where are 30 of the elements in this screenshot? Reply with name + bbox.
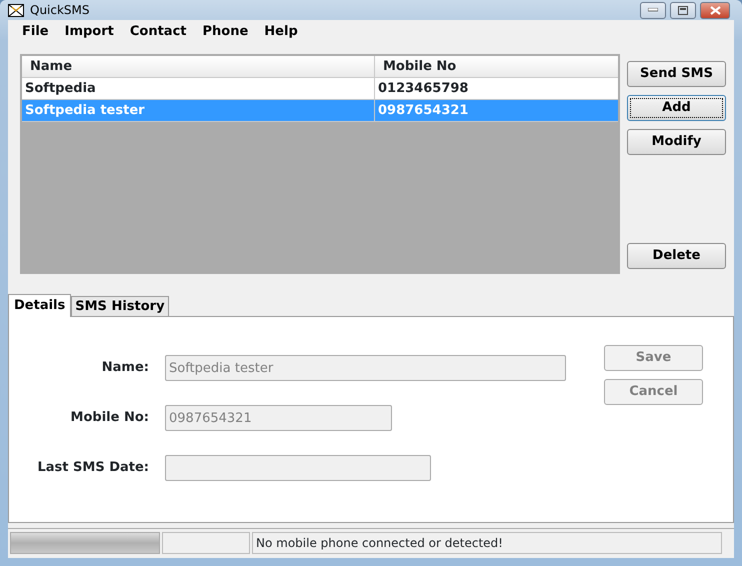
field-label: Name: — [100, 359, 149, 378]
status-message: No mobile phone connected or detected! — [252, 532, 722, 554]
add-button[interactable]: Add — [627, 95, 726, 121]
column-header[interactable]: Mobile No — [375, 56, 595, 77]
menu-item[interactable]: Contact — [122, 22, 194, 42]
menu-item[interactable]: Help — [256, 22, 306, 42]
menu-item[interactable]: File — [14, 22, 57, 42]
minimize-icon — [648, 8, 658, 12]
send-sms-button[interactable]: Send SMS — [627, 61, 726, 87]
tab[interactable]: Details — [8, 294, 72, 317]
delete-button[interactable]: Delete — [627, 243, 726, 269]
column-header[interactable]: Name — [22, 56, 375, 77]
table-cell: Softpedia — [22, 78, 375, 99]
close-button[interactable] — [700, 2, 730, 18]
menu-item[interactable]: Import — [56, 22, 122, 42]
maximize-icon — [678, 6, 688, 14]
maximize-button[interactable] — [670, 2, 696, 18]
field-label: Mobile No: — [70, 409, 149, 428]
modify-button[interactable]: Modify — [627, 129, 726, 155]
close-icon — [710, 6, 720, 14]
table-row[interactable]: Softpedia 0123465798 — [22, 78, 618, 100]
envelope-icon — [8, 4, 24, 16]
table-cell-text: 0987654321 — [377, 102, 470, 120]
table-cell: Softpedia tester — [22, 100, 375, 121]
minimize-button[interactable] — [640, 2, 666, 18]
window-title: QuickSMS — [30, 2, 90, 19]
menu-item[interactable]: Phone — [194, 22, 256, 42]
field-label: Last SMS Date: — [36, 459, 149, 478]
tab[interactable]: SMS History — [71, 296, 169, 316]
table-cell-text: 0123465798 — [377, 80, 470, 98]
